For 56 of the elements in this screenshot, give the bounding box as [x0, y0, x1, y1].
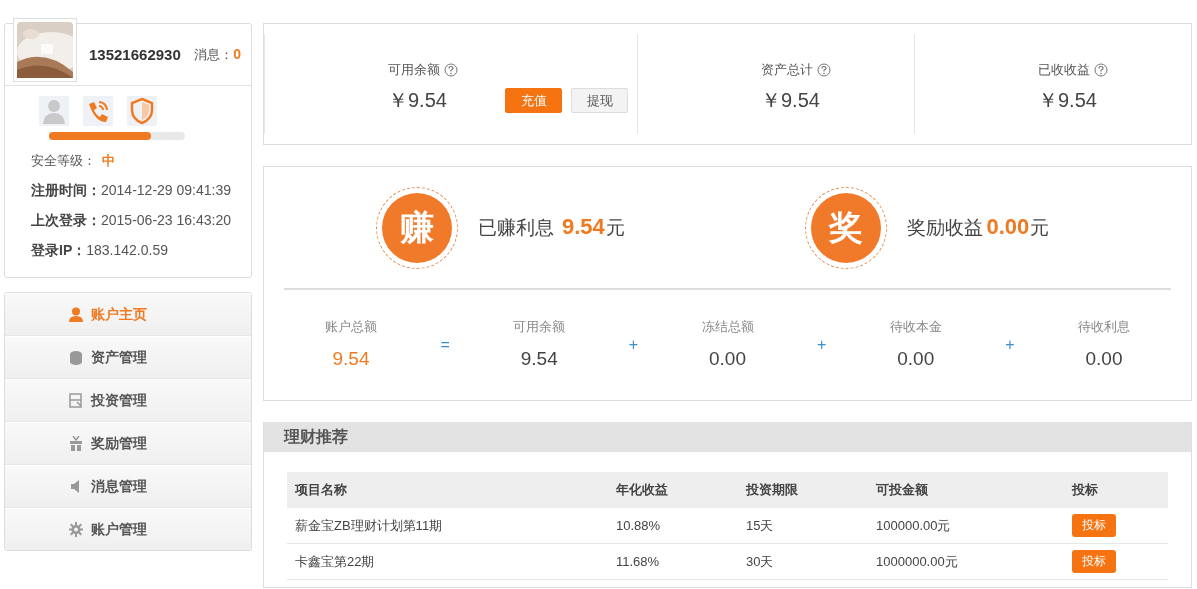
table-cell: 30天	[738, 543, 868, 580]
help-icon	[1094, 63, 1108, 77]
balance-label: 已收收益	[1038, 61, 1090, 79]
amount-label: 可用余额	[512, 318, 567, 336]
help-icon	[817, 63, 831, 77]
message-count[interactable]: 消息：0	[194, 45, 241, 64]
operator-sign: +	[1004, 335, 1016, 354]
account-info: 上次登录：2015-06-23 16:43:20	[30, 211, 232, 230]
amount-value: 0.00	[896, 348, 936, 370]
balance-label: 可用余额	[388, 61, 440, 79]
balance-amount: ￥9.54	[1038, 88, 1098, 113]
menu-item[interactable]: 投资管理	[5, 379, 251, 422]
balance-amount: ￥9.54	[388, 88, 448, 113]
column-header: 可投金额	[868, 472, 1064, 508]
operator-sign: +	[627, 335, 640, 354]
column-header: 年化收益	[608, 472, 738, 508]
amount-value: 0.00	[1084, 348, 1124, 370]
amount-value: 0.00	[708, 348, 747, 370]
section-title: 理财推荐	[264, 422, 1191, 452]
operator-sign: +	[815, 335, 828, 354]
account-info: 注册时间：2014-12-29 09:41:39	[30, 181, 232, 200]
coins-icon	[69, 350, 83, 365]
table-cell: 卡鑫宝第22期	[287, 543, 608, 580]
document-icon	[69, 393, 83, 408]
table-cell: 薪金宝ZB理财计划第11期	[287, 508, 608, 544]
table-cell: 100000.00元	[868, 508, 1064, 544]
balance-label: 资产总计	[761, 61, 813, 79]
earnings-text: 已赚利息 9.54元	[478, 214, 625, 241]
amount-value: 9.54	[519, 348, 559, 370]
operator-sign: =	[439, 335, 451, 354]
gift-icon	[69, 436, 83, 451]
column-header: 投资期限	[738, 472, 868, 508]
menu-item[interactable]: 资产管理	[5, 336, 251, 379]
table-cell: 1000000.00元	[868, 543, 1064, 580]
help-icon	[444, 63, 458, 77]
table-cell: 15天	[738, 508, 868, 544]
amount-label: 待收本金	[888, 318, 943, 336]
amount-label: 冻结总额	[700, 318, 755, 336]
balance-amount: ￥9.54	[761, 88, 821, 113]
table-cell: 10.88%	[608, 508, 738, 544]
amount-value: 9.54	[331, 348, 371, 370]
menu-item[interactable]: 奖励管理	[5, 422, 251, 465]
amount-label: 账户总额	[324, 318, 378, 336]
account-info: 登录IP：183.142.0.59	[30, 241, 169, 260]
security-level: 安全等级： 中	[30, 152, 116, 170]
username: 13521662930	[89, 46, 181, 63]
table-cell: 11.68%	[608, 543, 738, 580]
settings-icon	[69, 522, 83, 537]
earnings-text: 奖励收益 0.00元	[906, 214, 1050, 241]
menu-item[interactable]: 账户管理	[5, 508, 251, 550]
withdraw-button[interactable]: 提现	[571, 88, 628, 113]
column-header: 投标	[1064, 472, 1168, 508]
person-icon	[69, 307, 83, 322]
menu-item[interactable]: 消息管理	[5, 465, 251, 508]
amount-label: 待收利息	[1077, 318, 1131, 336]
column-header: 项目名称	[287, 472, 608, 508]
